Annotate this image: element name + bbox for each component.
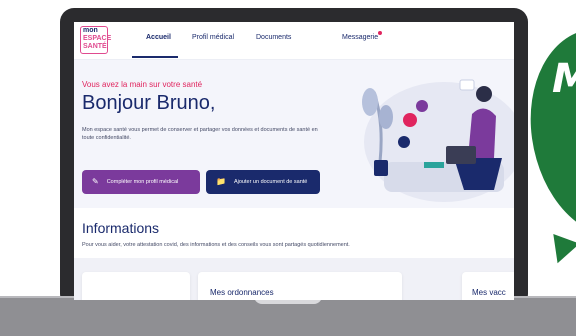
logo-line-1: mon [83,27,98,34]
card-title-ordonnances: Mes ordonnances [210,288,274,297]
complete-profile-label: Compléter mon profil médical [106,179,179,185]
logo-line-3: SANTÉ [83,43,107,50]
informations-title: Informations [82,220,160,236]
tab-accueil[interactable]: Accueil [146,34,171,41]
folder-upload-icon: 📁 [216,177,226,186]
add-document-label: Ajouter un document de santé [233,179,308,185]
informations-text: Pour vous aider, votre attestation covid… [82,242,350,248]
top-nav: mon ESPACE SANTÉ Accueil Profil médical … [74,22,514,60]
tab-messagerie[interactable]: Messagerie [342,34,378,41]
badge-tail [544,233,576,269]
tab-profil-medical[interactable]: Profil médical [192,34,234,41]
hero-illustration [362,79,514,202]
hero-greeting: Bonjour Bruno, [82,92,216,114]
info-card-covid[interactable] [82,272,190,300]
user-edit-icon: ✎ [92,177,99,186]
complete-profile-button[interactable]: ✎ Compléter mon profil médical [82,170,200,194]
add-document-button[interactable]: 📁 Ajouter un document de santé [206,170,320,194]
screen: mon ESPACE SANTÉ Accueil Profil médical … [74,22,514,300]
logo-line-2: ESPACE [83,35,112,42]
hero-tagline: Vous avez la main sur votre santé [82,80,203,89]
notification-dot [378,31,382,35]
active-tab-underline [132,56,178,58]
badge-letter: M [552,56,576,102]
hero-intro: Mon espace santé vous permet de conserve… [82,127,318,141]
tab-documents[interactable]: Documents [256,34,291,41]
mon-espace-sante-logo[interactable]: mon ESPACE SANTÉ [80,26,112,54]
card-title-vaccinations: Mes vacc [472,288,506,297]
